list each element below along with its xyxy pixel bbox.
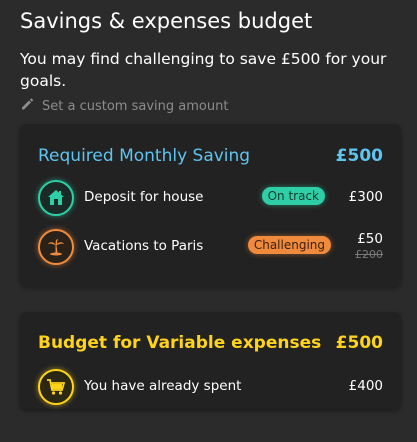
spent-label: You have already spent (84, 378, 242, 394)
saving-card-title: Required Monthly Saving (38, 146, 251, 166)
goal-previous-value: £200 (355, 248, 383, 261)
shopping-cart-icon (38, 369, 74, 405)
page-subtitle: You may find challenging to save £500 fo… (20, 50, 387, 90)
goal-value: £300 (348, 189, 383, 205)
set-custom-amount-label: Set a custom saving amount (42, 98, 229, 114)
house-icon (38, 180, 74, 216)
saving-card-amount: £500 (335, 146, 383, 166)
required-monthly-saving-card: Required Monthly Saving £500 Deposit for… (20, 124, 401, 286)
palm-tree-icon (38, 229, 74, 265)
goal-label: Vacations to Paris (84, 238, 204, 254)
pencil-icon (20, 97, 34, 115)
list-item[interactable]: Deposit for house On track £300 (38, 180, 383, 216)
variable-card-amount: £500 (335, 333, 383, 353)
variable-card-title: Budget for Variable expenses (38, 333, 322, 353)
status-badge: On track (261, 187, 325, 205)
list-item[interactable]: You have already spent £400 (38, 369, 383, 405)
goal-label: Deposit for house (84, 189, 204, 205)
page-title: Savings & expenses budget (20, 9, 313, 33)
spent-value: £400 (348, 378, 383, 394)
goal-value: £50 (357, 231, 383, 247)
status-badge: Challenging (247, 236, 331, 254)
set-custom-amount-link[interactable]: Set a custom saving amount (20, 97, 228, 115)
variable-expenses-card: Budget for Variable expenses £500 You ha… (20, 312, 401, 409)
list-item[interactable]: Vacations to Paris Challenging £50 £200 (38, 229, 383, 265)
